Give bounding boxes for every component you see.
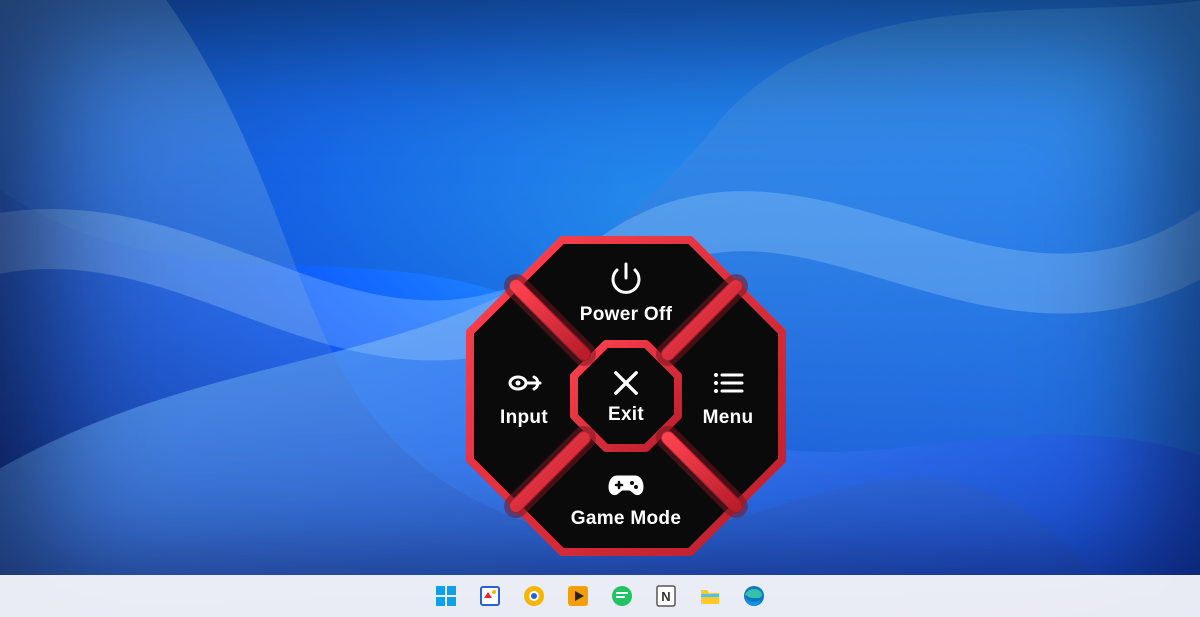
taskbar-edge[interactable]	[741, 583, 767, 609]
osd-menu-label: Menu	[703, 407, 754, 429]
osd-input-button[interactable]: Input	[474, 354, 574, 438]
file-explorer-icon	[698, 584, 722, 608]
osd-input-label: Input	[500, 407, 548, 429]
windows-start-icon	[434, 584, 458, 608]
monitor-osd: Power Off Input Exit	[466, 236, 786, 556]
input-icon	[504, 363, 544, 403]
desktop: Power Off Input Exit	[0, 0, 1200, 617]
taskbar: N	[0, 575, 1200, 617]
osd-power-off-label: Power Off	[580, 304, 672, 326]
taskbar-notes[interactable]: N	[653, 583, 679, 609]
taskbar-start-button[interactable]	[433, 583, 459, 609]
chat-icon	[610, 584, 634, 608]
game-controller-icon	[606, 464, 646, 504]
snipping-tool-icon	[478, 584, 502, 608]
menu-list-icon	[708, 363, 748, 403]
osd-exit-label: Exit	[608, 404, 644, 426]
player-icon	[566, 584, 590, 608]
osd-power-off-button[interactable]: Power Off	[566, 250, 686, 336]
osd-exit-button[interactable]: Exit	[584, 354, 668, 438]
close-icon	[609, 366, 643, 400]
edge-icon	[742, 584, 766, 608]
notes-icon: N	[654, 584, 678, 608]
osd-game-mode-label: Game Mode	[571, 508, 681, 530]
power-icon	[606, 260, 646, 300]
taskbar-file-explorer[interactable]	[697, 583, 723, 609]
taskbar-chat[interactable]	[609, 583, 635, 609]
taskbar-snipping-tool[interactable]	[477, 583, 503, 609]
svg-text:N: N	[661, 589, 670, 604]
browser-icon	[522, 584, 546, 608]
osd-game-mode-button[interactable]: Game Mode	[554, 454, 698, 540]
taskbar-player[interactable]	[565, 583, 591, 609]
osd-menu-button[interactable]: Menu	[678, 354, 778, 438]
taskbar-browser[interactable]	[521, 583, 547, 609]
